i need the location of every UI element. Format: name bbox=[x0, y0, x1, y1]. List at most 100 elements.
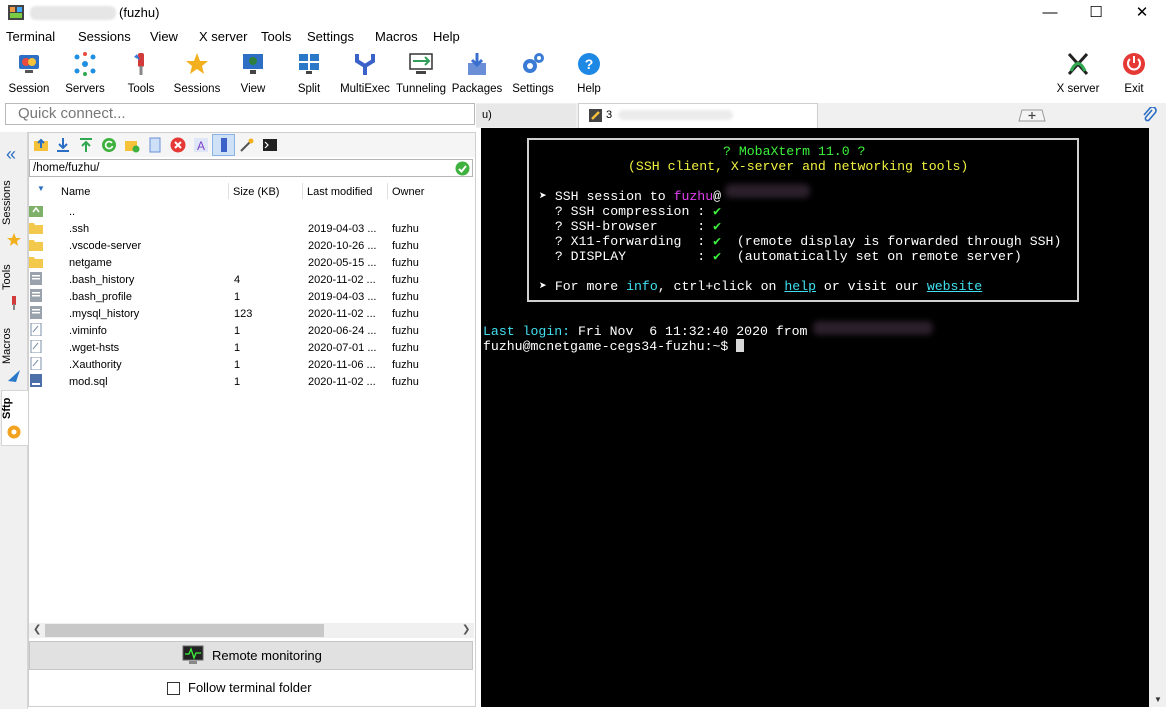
svg-text:?: ? bbox=[585, 56, 594, 72]
file-modified: 2020-10-26 ... bbox=[308, 240, 377, 252]
prompt-text: fuzhu@mcnetgame-cegs34-fuzhu:~$ bbox=[483, 339, 737, 354]
menu-macros[interactable]: Macros bbox=[375, 29, 418, 44]
redacted-host bbox=[813, 321, 933, 335]
feature-label: ? SSH-browser : bbox=[539, 219, 714, 234]
feature-line: ? DISPLAY : ✔ (automatically set on remo… bbox=[539, 249, 1022, 264]
multiexec-button[interactable]: MultiExec bbox=[337, 49, 393, 97]
tunneling-button[interactable]: Tunneling bbox=[393, 49, 449, 97]
file-row[interactable]: .wget-hsts 1 2020-07-01 ... fuzhu bbox=[29, 339, 475, 357]
servers-button[interactable]: Servers bbox=[57, 49, 113, 97]
last-login-line: Last login: Fri Nov 6 11:32:40 2020 from bbox=[483, 324, 807, 339]
file-row[interactable]: .mysql_history 123 2020-11-02 ... fuzhu bbox=[29, 306, 475, 323]
tools-button[interactable]: Tools bbox=[113, 49, 169, 97]
menu-x-server[interactable]: X server bbox=[199, 29, 247, 44]
rename-icon[interactable]: A bbox=[193, 137, 209, 153]
monitor-icon bbox=[182, 645, 204, 664]
scroll-thumb[interactable] bbox=[45, 624, 324, 637]
file-row[interactable]: .vscode-server 2020-10-26 ... fuzhu bbox=[29, 238, 475, 255]
tab-tools[interactable]: Tools bbox=[1, 260, 27, 294]
sort-arrow-icon: ▼ bbox=[37, 184, 45, 193]
menu-help[interactable]: Help bbox=[433, 29, 460, 44]
follow-folder-checkbox[interactable] bbox=[167, 682, 180, 695]
exit-button[interactable]: Exit bbox=[1106, 49, 1162, 97]
session-button[interactable]: Session bbox=[1, 49, 57, 97]
file-row[interactable]: netgame 2020-05-15 ... fuzhu bbox=[29, 255, 475, 272]
file-owner: fuzhu bbox=[392, 223, 419, 235]
x-server-icon bbox=[1067, 52, 1089, 76]
session-icon bbox=[19, 55, 39, 73]
more-or: or visit our bbox=[816, 279, 927, 294]
new-folder-icon[interactable] bbox=[124, 137, 140, 153]
file-name: .bash_history bbox=[69, 274, 135, 286]
power-icon bbox=[1123, 53, 1145, 75]
scroll-right-icon[interactable]: ❯ bbox=[462, 624, 470, 635]
menu-settings[interactable]: Settings bbox=[307, 29, 354, 44]
parent-folder-icon[interactable] bbox=[33, 137, 49, 153]
minimize-button[interactable]: — bbox=[1027, 0, 1073, 26]
terminal-view[interactable]: ? MobaXterm 11.0 ? (SSH client, X-server… bbox=[481, 128, 1149, 707]
file-row[interactable]: .bash_profile 1 2019-04-03 ... fuzhu bbox=[29, 289, 475, 306]
view-button[interactable]: View bbox=[225, 49, 281, 97]
help-link[interactable]: help bbox=[784, 279, 816, 294]
exit-label: Exit bbox=[1124, 83, 1144, 95]
file-icon bbox=[30, 289, 42, 302]
remote-monitoring-button[interactable]: Remote monitoring bbox=[29, 641, 473, 670]
file-owner: fuzhu bbox=[392, 325, 419, 337]
website-link[interactable]: website bbox=[927, 279, 982, 294]
menu-tools[interactable]: Tools bbox=[261, 29, 291, 44]
menu-view[interactable]: View bbox=[150, 29, 178, 44]
col-owner[interactable]: Owner bbox=[392, 186, 424, 198]
new-tab-icon[interactable] bbox=[1016, 109, 1048, 122]
path-ok-icon[interactable] bbox=[455, 161, 470, 176]
feature-line: ? X11-forwarding : ✔ (remote display is … bbox=[539, 234, 1062, 249]
col-divider[interactable] bbox=[387, 183, 388, 199]
svg-text:A: A bbox=[197, 139, 205, 153]
file-row[interactable]: .Xauthority 1 2020-11-06 ... fuzhu bbox=[29, 356, 475, 374]
col-name[interactable]: Name bbox=[61, 186, 90, 198]
check-icon: ✔ bbox=[713, 204, 722, 219]
file-owner: fuzhu bbox=[392, 257, 419, 269]
col-divider[interactable] bbox=[302, 183, 303, 199]
attach-icon[interactable] bbox=[1141, 107, 1157, 123]
file-row[interactable]: .viminfo 1 2020-06-24 ... fuzhu bbox=[29, 322, 475, 340]
help-button[interactable]: ? Help bbox=[561, 49, 617, 97]
file-row[interactable]: .bash_history 4 2020-11-02 ... fuzhu bbox=[29, 272, 475, 289]
collapse-sidebar-icon[interactable]: « bbox=[6, 144, 16, 165]
maximize-button[interactable]: ☐ bbox=[1073, 0, 1119, 26]
tab-macros[interactable]: Macros bbox=[1, 325, 27, 367]
terminal-icon[interactable] bbox=[262, 137, 278, 153]
settings-label: Settings bbox=[512, 83, 554, 95]
close-button[interactable]: ✕ bbox=[1119, 0, 1165, 26]
delete-icon[interactable] bbox=[170, 137, 186, 153]
new-file-icon[interactable] bbox=[147, 137, 163, 153]
scroll-down-icon[interactable]: ▼ bbox=[1154, 695, 1162, 704]
settings-button[interactable]: Settings bbox=[505, 49, 561, 97]
packages-button[interactable]: Packages bbox=[449, 49, 505, 97]
col-size[interactable]: Size (KB) bbox=[233, 186, 279, 198]
scroll-left-icon[interactable]: ❮ bbox=[33, 624, 41, 635]
shell-prompt[interactable]: fuzhu@mcnetgame-cegs34-fuzhu:~$ bbox=[483, 339, 745, 354]
col-divider[interactable] bbox=[228, 183, 229, 199]
magic-wand-icon[interactable] bbox=[239, 137, 255, 153]
x-server-button[interactable]: X server bbox=[1050, 49, 1106, 97]
check-icon: ✔ bbox=[713, 249, 722, 264]
sessions-button[interactable]: Sessions bbox=[169, 49, 225, 97]
download-icon[interactable] bbox=[55, 137, 71, 153]
upload-icon[interactable] bbox=[78, 137, 94, 153]
refresh-icon[interactable] bbox=[101, 137, 117, 153]
menu-terminal[interactable]: Terminal bbox=[6, 29, 55, 44]
file-name: mod.sql bbox=[69, 376, 108, 388]
file-modified: 2020-11-06 ... bbox=[308, 359, 376, 371]
quick-connect-input[interactable]: Quick connect... bbox=[5, 103, 475, 125]
tab-sessions[interactable]: Sessions bbox=[1, 178, 27, 228]
tab-sftp[interactable]: Sftp bbox=[1, 396, 27, 420]
sftp-path-field[interactable]: /home/fuzhu/ bbox=[29, 159, 473, 177]
split-button[interactable]: Split bbox=[281, 49, 337, 97]
file-row[interactable]: mod.sql 1 2020-11-02 ... fuzhu bbox=[29, 374, 475, 391]
terminal-scrollbar[interactable]: ▼ bbox=[1149, 128, 1166, 707]
file-row[interactable]: .ssh 2019-04-03 ... fuzhu bbox=[29, 221, 475, 238]
file-row[interactable]: .. bbox=[29, 204, 475, 221]
menu-sessions[interactable]: Sessions bbox=[78, 29, 131, 44]
col-modified[interactable]: Last modified bbox=[307, 186, 372, 198]
ssh-at: @ bbox=[713, 189, 722, 204]
